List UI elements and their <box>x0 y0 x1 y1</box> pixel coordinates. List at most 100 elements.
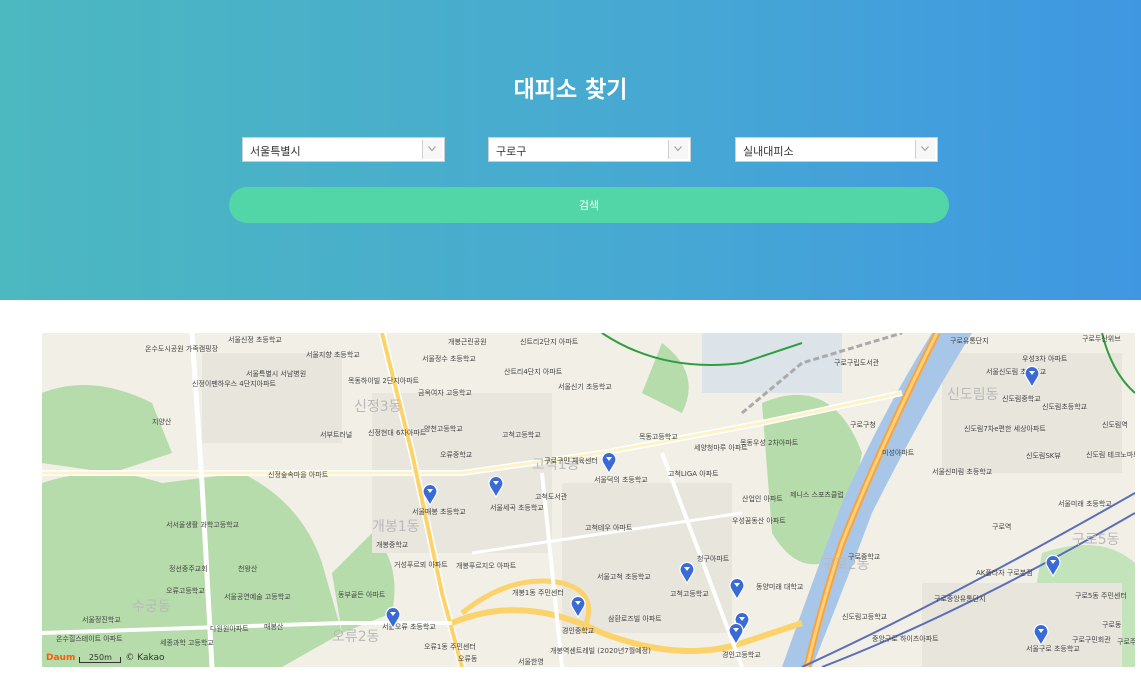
place-label: 구로유통단지 <box>950 337 989 345</box>
place-label: 개봉역센트레빌 (2020년7월예정) <box>550 647 651 655</box>
place-label: 서울고척 초등학교 <box>597 573 651 581</box>
shelter-marker[interactable] <box>1033 622 1049 646</box>
place-label: 매봉산 <box>264 623 284 631</box>
shelter-marker[interactable] <box>488 474 504 498</box>
place-label: 신도림중학교 <box>1002 395 1041 403</box>
place-label: 오류동 <box>458 655 478 663</box>
map-scale: Daum 250m © Kakao <box>46 653 165 663</box>
place-label: 서울구로 초등학교 <box>1026 645 1080 653</box>
shelter-type-select[interactable]: 실내대피소 <box>735 137 938 162</box>
scale-bar: 250m <box>79 654 122 663</box>
shelter-type-select-value: 실내대피소 <box>743 145 794 158</box>
place-label: 서울미래 초등학교 <box>1058 500 1112 508</box>
chevron-down-icon[interactable] <box>422 140 442 159</box>
place-label: 구로주공 <box>1117 638 1135 646</box>
place-label: 구로구립도서관 <box>834 359 880 367</box>
search-button[interactable]: 검색 <box>229 187 949 223</box>
place-label: 서울매봉 초등학교 <box>412 508 466 516</box>
place-label: 구로구청 <box>850 421 876 429</box>
shelter-marker[interactable] <box>1045 553 1061 577</box>
place-label: 구로역 <box>992 523 1012 531</box>
area-label: 오류2동 <box>332 629 380 645</box>
shelter-marker[interactable] <box>570 594 586 618</box>
area-label: 수궁동 <box>132 599 171 615</box>
place-label: 개봉1동 주민센터 <box>512 589 564 597</box>
place-label: 구로동 <box>1102 621 1122 629</box>
area-label: 구로2동 <box>822 557 870 573</box>
place-label: 개봉근린공원 <box>448 338 487 346</box>
place-label: 신도림7차e편한 세상아파트 <box>964 425 1046 433</box>
place-label: 서울신미림 초등학교 <box>932 468 993 476</box>
place-label: 구로두산위브 <box>1082 335 1121 343</box>
place-label: 신트리2단지 아파트 <box>520 338 579 346</box>
place-label: AK플라자 구로본점 <box>976 569 1033 577</box>
place-label: 산업인 아파트 <box>742 495 783 503</box>
place-label: 신도림SK뷰 <box>1026 452 1061 460</box>
city-select-value: 서울특별시 <box>250 145 301 158</box>
place-label: 온수힐스테이트 아파트 <box>56 635 123 643</box>
place-label: 서울공연예술 고등학교 <box>224 593 291 601</box>
shelter-map[interactable]: 신정3동 고척1동 개봉1동 구로2동 신도림동 구로5동 수궁동 오류2동 온… <box>42 333 1135 667</box>
place-label: 동부골든 아파트 <box>338 591 386 599</box>
place-label: 오류중학교 <box>440 451 473 459</box>
area-label: 개봉1동 <box>372 519 420 535</box>
place-label: 서울신기 초등학교 <box>558 383 612 391</box>
place-label: 경인고등학교 <box>722 651 761 659</box>
place-label: 서울지향 초등학교 <box>306 351 360 359</box>
place-label: 서울정진학교 <box>82 616 121 624</box>
place-label: 금옥여자 고등학교 <box>418 389 472 397</box>
shelter-marker[interactable] <box>385 605 401 629</box>
place-label: 지양산 <box>152 418 172 426</box>
place-label: 청구아파트 <box>697 555 730 563</box>
place-label: 고척도서관 <box>535 493 568 501</box>
place-label: 고척고등학교 <box>502 431 541 439</box>
place-label: 서울신정 초등학교 <box>228 336 282 344</box>
search-hero: 대피소 찾기 서울특별시 구로구 실내대피소 검색 <box>0 0 1141 300</box>
place-label: 개봉중학교 <box>376 541 409 549</box>
area-label: 신정3동 <box>354 399 402 415</box>
place-label: 목동고등학교 <box>639 433 678 441</box>
place-label: 개봉푸르지오 아파트 <box>456 562 517 570</box>
shelter-marker[interactable] <box>601 450 617 474</box>
area-label: 신도림동 <box>947 387 999 403</box>
place-label: 거성푸르뫼 아파트 <box>394 561 448 569</box>
place-label: 삼환로즈빌 아파트 <box>608 615 662 623</box>
place-label: 서울특별시 서남병원 <box>246 370 307 378</box>
place-label: 신정숲속마을 아파트 <box>268 471 329 479</box>
district-select[interactable]: 구로구 <box>488 137 691 162</box>
chevron-down-icon[interactable] <box>668 140 688 159</box>
place-label: 서서울생활 과학고등학교 <box>166 521 240 529</box>
place-label: 서울정수 초등학교 <box>422 355 476 363</box>
place-label: 우성꿈동산 아파트 <box>732 517 786 525</box>
shelter-marker[interactable] <box>1024 364 1040 388</box>
place-label: 서울세곡 초등학교 <box>490 504 544 512</box>
place-label: 미성아파트 <box>882 449 915 457</box>
place-label: 천왕산 <box>238 565 258 573</box>
place-label: 고척테우 아파트 <box>585 524 633 532</box>
place-label: 구로구민 체육센터 <box>544 457 598 465</box>
place-label: 제니스 스포츠클럽 <box>790 491 844 499</box>
place-label: 고척고등학교 <box>670 590 709 598</box>
place-label: 서울한영 <box>518 658 544 666</box>
place-label: 동양미래 대학교 <box>756 583 804 591</box>
page-title: 대피소 찾기 <box>513 77 628 103</box>
place-label: 구로5동 주민센터 <box>1075 592 1127 600</box>
shelter-marker[interactable] <box>729 576 745 600</box>
city-select[interactable]: 서울특별시 <box>242 137 445 162</box>
place-label: 정선중주교회 <box>169 565 208 573</box>
place-label: 양천고등학교 <box>424 425 463 433</box>
shelter-marker[interactable] <box>679 560 695 584</box>
place-label: 신도림고등학교 <box>842 613 888 621</box>
chevron-down-icon[interactable] <box>915 140 935 159</box>
area-label: 구로5동 <box>1072 532 1120 548</box>
district-select-value: 구로구 <box>496 145 527 158</box>
shelter-marker[interactable] <box>728 621 744 645</box>
place-label: 우성3차 아파트 <box>1022 355 1068 363</box>
place-label: 목동하이빌 2단지아파트 <box>348 377 420 385</box>
place-label: 목동우성 2차아파트 <box>740 439 799 447</box>
shelter-marker[interactable] <box>422 482 438 506</box>
place-label: 산트리4단지 아파트 <box>504 368 563 376</box>
place-label: 신도림 테크노마트 <box>1086 451 1135 459</box>
place-label: 다원원아파트 <box>210 625 249 633</box>
daum-logo: Daum <box>46 653 76 663</box>
